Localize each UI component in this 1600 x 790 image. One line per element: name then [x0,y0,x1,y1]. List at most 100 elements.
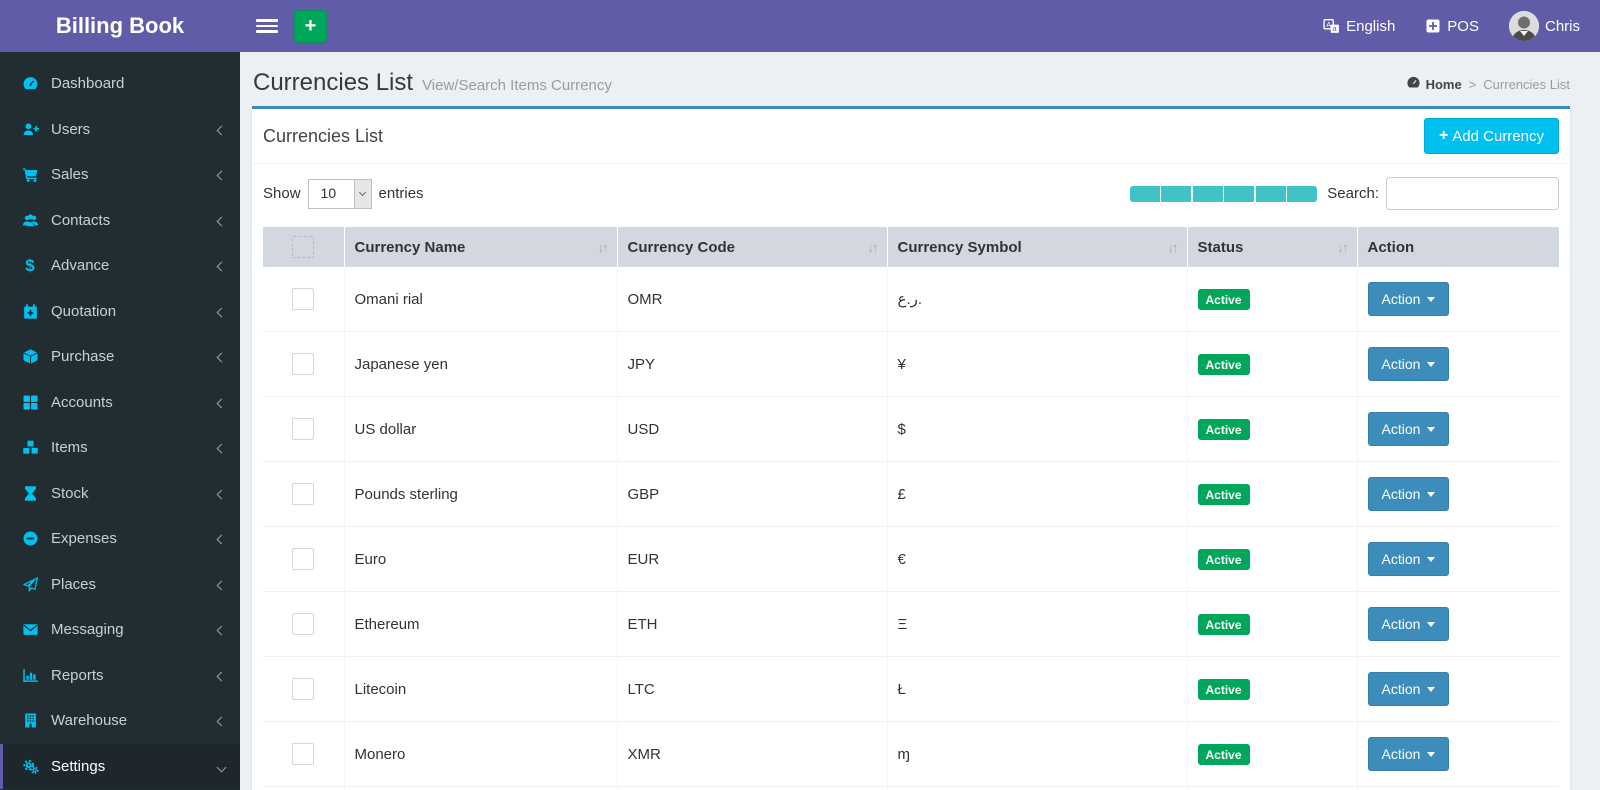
caret-down-icon [1427,296,1436,306]
sidebar-item-users[interactable]: Users [0,107,240,153]
action-dropdown-button[interactable]: Action [1367,282,1450,316]
table-row: US dollar USD $ Active Action [263,396,1559,462]
pos-menu[interactable]: POS [1425,18,1479,35]
action-dropdown-button[interactable]: Action [1367,542,1450,576]
chevron-left-icon [216,439,227,456]
export-button-print[interactable] [1224,185,1255,202]
row-checkbox[interactable] [292,678,315,700]
export-button-csv[interactable] [1255,185,1286,202]
language-icon: A a [1323,18,1340,35]
currency-code-cell: JPY [617,331,888,397]
sidebar-item-warehouse[interactable]: Warehouse [0,698,240,744]
row-checkbox[interactable] [292,548,315,570]
action-dropdown-button[interactable]: Action [1367,412,1450,446]
sidebar-item-dashboard[interactable]: Dashboard [0,61,240,107]
svg-text:A: A [1326,20,1331,29]
column-header-currency-symbol[interactable]: Currency Symbol ↓↑ [887,227,1188,267]
sort-icon[interactable]: ↓↑ [1338,240,1349,255]
status-badge: Active [1197,613,1250,635]
action-dropdown-button[interactable]: Action [1367,672,1450,706]
action-dropdown-button[interactable]: Action [1367,607,1450,641]
row-checkbox[interactable] [292,613,315,635]
row-checkbox[interactable] [292,743,315,765]
entries-select[interactable]: 10 [307,178,372,209]
sidebar-item-contacts[interactable]: Contacts [0,198,240,244]
caret-down-icon [1427,426,1436,436]
table-row: Ethereum ETH Ξ Active Action [263,591,1559,657]
sidebar-toggle-icon[interactable] [254,15,280,37]
column-header-status[interactable]: Status ↓↑ [1187,227,1358,267]
select-all-header[interactable] [263,227,345,267]
language-menu[interactable]: A a English [1323,18,1395,35]
status-badge: Active [1197,483,1250,505]
currencies-panel: Currencies List + Add Currency Show 10 e… [252,106,1570,790]
status-badge: Active [1197,678,1250,700]
export-buttons-group [1129,185,1318,202]
export-button-excel[interactable] [1161,185,1192,202]
bar-chart-icon [18,667,42,684]
quick-add-button[interactable]: + [294,9,327,43]
cart-icon [18,166,42,183]
table-row: Japanese yen JPY ¥ Active Action [263,331,1559,397]
app-logo[interactable]: Billing Book [0,0,240,52]
row-checkbox[interactable] [292,418,315,440]
row-checkbox[interactable] [292,483,315,505]
entries-label: entries [378,185,424,202]
currency-name-cell: Omani rial [344,267,618,332]
currency-code-cell: USD [617,396,888,462]
minus-circle-icon [18,530,42,547]
currency-name-cell: Ethereum [344,591,618,657]
action-dropdown-button[interactable]: Action [1367,347,1450,381]
sidebar-item-settings[interactable]: Settings [0,743,240,789]
sidebar-item-purchase[interactable]: Purchase [0,334,240,380]
sidebar-item-sales[interactable]: Sales [0,152,240,198]
user-menu[interactable]: Chris [1508,11,1580,41]
column-header-currency-code[interactable]: Currency Code ↓↑ [617,227,888,267]
add-currency-button[interactable]: + Add Currency [1423,118,1559,154]
chevron-down-icon [353,179,371,208]
currency-name-cell: Litecoin [344,656,618,722]
currency-name-cell: Ripples [344,786,618,790]
currency-code-cell: OMR [617,267,888,332]
sidebar-item-accounts[interactable]: Accounts [0,380,240,426]
row-checkbox[interactable] [292,353,315,375]
sidebar-item-places[interactable]: Places [0,562,240,608]
cubes-icon [18,439,42,456]
action-dropdown-button[interactable]: Action [1367,737,1450,771]
sidebar-item-expenses[interactable]: Expenses [0,516,240,562]
user-plus-icon [18,121,42,138]
table-row: Euro EUR € Active Action [263,526,1559,592]
chevron-left-icon [216,712,227,729]
table-row: Monero XMR ɱ Active Action [263,721,1559,787]
sidebar-item-advance[interactable]: $ Advance [0,243,240,289]
select-all-checkbox[interactable] [292,236,315,258]
currency-code-cell: XMR [617,721,888,787]
sort-icon[interactable]: ↓↑ [598,240,609,255]
sort-icon[interactable]: ↓↑ [868,240,879,255]
chevron-left-icon [216,303,227,320]
sidebar-item-messaging[interactable]: Messaging [0,607,240,653]
currency-name-cell: Euro [344,526,618,592]
column-header-currency-name[interactable]: Currency Name ↓↑ [344,227,618,267]
export-button-pdf[interactable] [1192,185,1223,202]
sidebar-item-reports[interactable]: Reports [0,653,240,699]
grid-icon [18,394,42,411]
sort-icon[interactable]: ↓↑ [1168,240,1179,255]
breadcrumb-home-link[interactable]: Home [1406,75,1462,93]
row-checkbox[interactable] [292,288,315,310]
chevron-left-icon [216,212,227,229]
export-button-columns[interactable] [1287,185,1318,202]
action-dropdown-button[interactable]: Action [1367,477,1450,511]
page-subtitle: View/Search Items Currency [422,77,612,94]
search-input[interactable] [1386,177,1559,210]
envelope-icon [18,621,42,638]
breadcrumb: Home > Currencies List [1406,75,1570,93]
column-header-action: Action [1357,227,1559,267]
svg-text:a: a [1333,26,1337,33]
sidebar-item-stock[interactable]: Stock [0,471,240,517]
chevron-left-icon [216,121,227,138]
currency-code-cell: ETH [617,591,888,657]
sidebar-item-quotation[interactable]: Quotation [0,289,240,335]
export-button-copy[interactable] [1129,185,1160,202]
sidebar-item-items[interactable]: Items [0,425,240,471]
